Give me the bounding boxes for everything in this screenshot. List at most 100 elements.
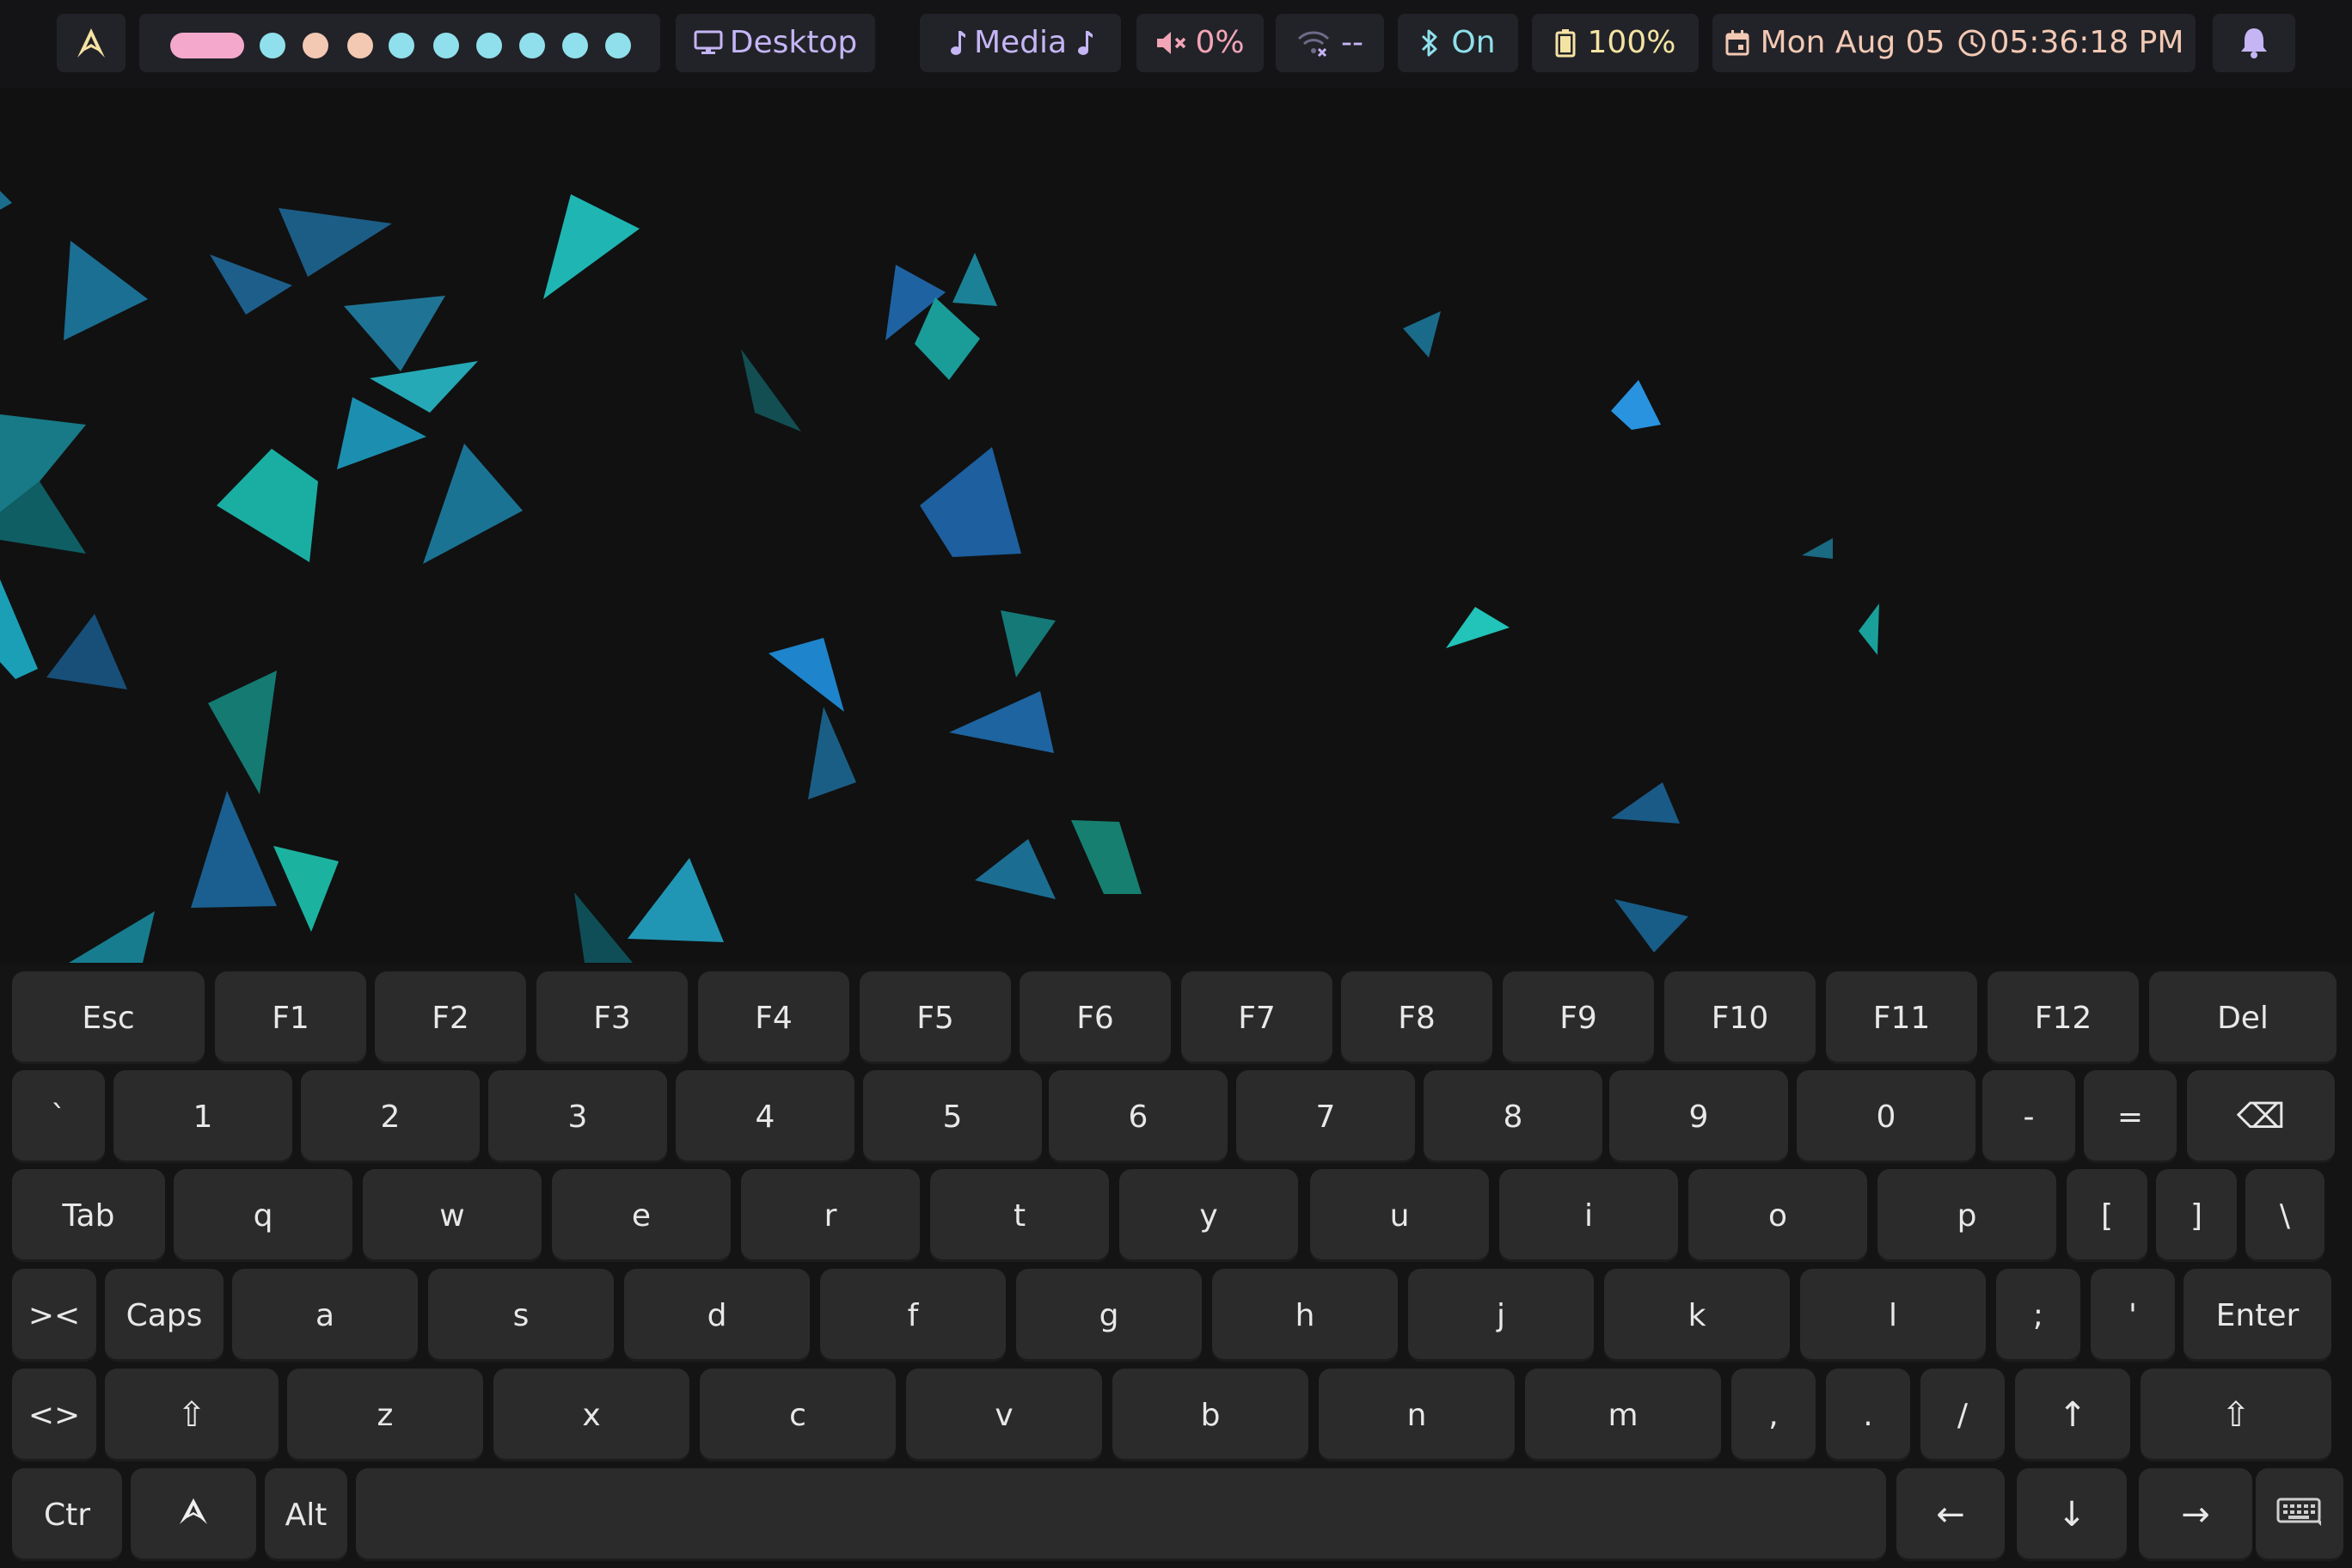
key-2[interactable]: 2	[301, 1070, 480, 1163]
battery-module[interactable]: 100%	[1532, 14, 1699, 72]
key-o[interactable]: o	[1688, 1169, 1867, 1262]
key-l[interactable]: l	[1800, 1269, 1986, 1362]
key-backtick[interactable]: `	[12, 1070, 105, 1163]
network-module[interactable]: --	[1276, 14, 1384, 72]
key-x[interactable]: x	[493, 1369, 689, 1461]
key-quote[interactable]: '	[2091, 1269, 2175, 1362]
key-right-bracket[interactable]: ]	[2156, 1169, 2237, 1262]
key-super[interactable]	[131, 1468, 256, 1561]
key-f11[interactable]: F11	[1826, 971, 1977, 1064]
key-ctr[interactable]: Ctr	[12, 1468, 122, 1561]
key-comma[interactable]: ,	[1731, 1369, 1816, 1461]
key-r[interactable]: r	[741, 1169, 920, 1262]
key-f4[interactable]: F4	[698, 971, 849, 1064]
key-arrow-up[interactable]: ↑	[2015, 1369, 2130, 1461]
key-semicolon[interactable]: ;	[1996, 1269, 2080, 1362]
key-esc[interactable]: Esc	[12, 971, 205, 1064]
key-v[interactable]: v	[906, 1369, 1102, 1461]
key-f7[interactable]: F7	[1181, 971, 1332, 1064]
key-p[interactable]: p	[1877, 1169, 2056, 1262]
key-z[interactable]: z	[287, 1369, 483, 1461]
workspace-8[interactable]	[519, 33, 545, 58]
key-b[interactable]: b	[1112, 1369, 1308, 1461]
key-n[interactable]: n	[1319, 1369, 1515, 1461]
key-1[interactable]: 1	[113, 1070, 292, 1163]
key-arrow-down[interactable]: ↓	[2017, 1468, 2127, 1561]
key-y[interactable]: y	[1119, 1169, 1298, 1262]
launcher-button[interactable]	[57, 14, 126, 72]
key-period[interactable]: .	[1826, 1369, 1910, 1461]
key-label: f	[907, 1297, 919, 1333]
key-f8[interactable]: F8	[1341, 971, 1492, 1064]
workspace-3[interactable]	[303, 33, 328, 58]
key-shift-right[interactable]: ⇧	[2141, 1369, 2331, 1461]
key-label: ↓	[2057, 1495, 2086, 1534]
key-tab[interactable]: Tab	[12, 1169, 165, 1262]
key-3[interactable]: 3	[488, 1070, 667, 1163]
volume-module[interactable]: 0%	[1136, 14, 1264, 72]
key-del[interactable]: Del	[2149, 971, 2337, 1064]
key-backslash[interactable]: \	[2245, 1169, 2324, 1262]
key-f5[interactable]: F5	[860, 971, 1011, 1064]
workspace-9[interactable]	[562, 33, 588, 58]
key-7[interactable]: 7	[1236, 1070, 1415, 1163]
window-title-module[interactable]: Desktop	[676, 14, 875, 72]
key-enter[interactable]: Enter	[2184, 1269, 2331, 1362]
key-f12[interactable]: F12	[1988, 971, 2139, 1064]
key-9[interactable]: 9	[1609, 1070, 1788, 1163]
key-5[interactable]: 5	[863, 1070, 1042, 1163]
key-f1[interactable]: F1	[215, 971, 366, 1064]
key-g[interactable]: g	[1016, 1269, 1202, 1362]
key-f3[interactable]: F3	[536, 971, 688, 1064]
key-angle-brackets[interactable]: <>	[12, 1369, 96, 1461]
key-q[interactable]: q	[174, 1169, 352, 1262]
key-backspace[interactable]: ⌫	[2187, 1070, 2335, 1163]
bluetooth-module[interactable]: On	[1398, 14, 1518, 72]
key-equals[interactable]: =	[2084, 1070, 2177, 1163]
media-module[interactable]: Media	[920, 14, 1121, 72]
key-t[interactable]: t	[930, 1169, 1109, 1262]
key-0[interactable]: 0	[1797, 1070, 1975, 1163]
key-angle-brackets-alt[interactable]: ><	[12, 1269, 96, 1362]
workspace-2[interactable]	[260, 33, 285, 58]
key-left-bracket[interactable]: [	[2067, 1169, 2147, 1262]
key-i[interactable]: i	[1499, 1169, 1678, 1262]
key-h[interactable]: h	[1212, 1269, 1398, 1362]
workspace-5[interactable]	[389, 33, 414, 58]
key-u[interactable]: u	[1310, 1169, 1489, 1262]
key-f6[interactable]: F6	[1020, 971, 1171, 1064]
key-8[interactable]: 8	[1424, 1070, 1602, 1163]
key-f9[interactable]: F9	[1503, 971, 1654, 1064]
workspace-7[interactable]	[476, 33, 502, 58]
key-j[interactable]: j	[1408, 1269, 1594, 1362]
key-f10[interactable]: F10	[1664, 971, 1816, 1064]
hide-keyboard-button[interactable]	[2256, 1468, 2343, 1561]
clock-module[interactable]: Mon Aug 05 05:36:18 PM	[1712, 14, 2196, 72]
workspace-4[interactable]	[347, 33, 373, 58]
key-f[interactable]: f	[820, 1269, 1006, 1362]
key-caps[interactable]: Caps	[105, 1269, 224, 1362]
notifications-button[interactable]	[2213, 14, 2295, 72]
workspace-10[interactable]	[605, 33, 631, 58]
bluetooth-status: On	[1451, 25, 1496, 60]
key-arrow-left[interactable]: ←	[1896, 1468, 2005, 1561]
key-c[interactable]: c	[700, 1369, 896, 1461]
key-k[interactable]: k	[1604, 1269, 1790, 1362]
key-6[interactable]: 6	[1049, 1070, 1228, 1163]
key-a[interactable]: a	[232, 1269, 418, 1362]
key-alt[interactable]: Alt	[265, 1468, 347, 1561]
key-e[interactable]: e	[552, 1169, 731, 1262]
key-arrow-right[interactable]: →	[2139, 1468, 2252, 1561]
key-space[interactable]	[356, 1468, 1886, 1561]
key-d[interactable]: d	[624, 1269, 810, 1362]
workspace-6[interactable]	[433, 33, 459, 58]
key-w[interactable]: w	[363, 1169, 542, 1262]
key-minus[interactable]: -	[1982, 1070, 2075, 1163]
key-s[interactable]: s	[428, 1269, 614, 1362]
key-f2[interactable]: F2	[375, 971, 526, 1064]
key-shift-left[interactable]: ⇧	[105, 1369, 279, 1461]
key-4[interactable]: 4	[676, 1070, 854, 1163]
key-m[interactable]: m	[1525, 1369, 1721, 1461]
workspace-1-active[interactable]	[170, 33, 244, 58]
key-slash[interactable]: /	[1920, 1369, 2005, 1461]
